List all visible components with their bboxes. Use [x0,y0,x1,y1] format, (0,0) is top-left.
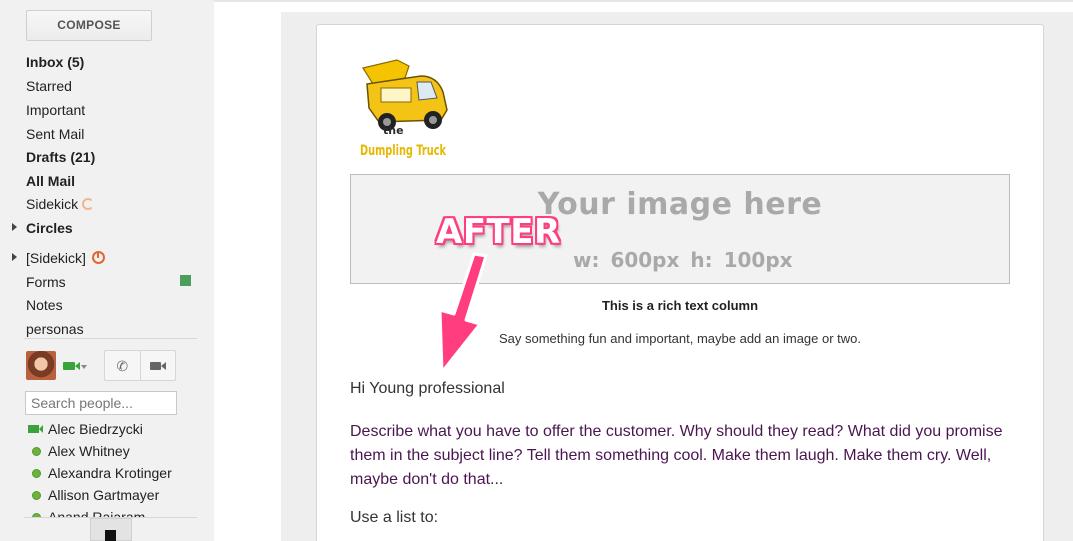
phone-icon: ✆ [116,357,129,374]
video-status-icon[interactable] [63,362,75,370]
sidekick-folder-label: [Sidekick] [26,250,86,266]
nav-all-mail[interactable]: All Mail [26,172,75,190]
top-toolbar-edge [214,0,1073,2]
nav-sent-mail[interactable]: Sent Mail [26,125,84,143]
nav-drafts[interactable]: Drafts (21) [26,148,95,166]
sidebar-divider [24,338,197,339]
call-buttons: ✆ [104,350,176,381]
video-call-button[interactable] [139,351,176,380]
camera-icon [150,361,167,370]
sidekick-swirl-icon [82,198,95,210]
online-status-icon [32,491,41,500]
nav-forms[interactable]: Forms [26,273,66,291]
expand-sidekick-label-icon[interactable] [12,253,17,261]
nav-personas[interactable]: personas [26,320,84,338]
truck-hubcap [429,116,437,124]
contact-item[interactable]: Alex Whitney [48,443,130,459]
logo-text-name: Dumpling Truck [360,143,446,158]
logo-text-the: the [383,124,404,137]
annotation-arrow-icon [438,252,488,374]
clock-icon [91,251,105,264]
video-available-icon [28,425,43,433]
after-annotation-label: AFTER [436,212,561,252]
nav-notes[interactable]: Notes [26,296,63,314]
email-body-text[interactable]: Describe what you have to offer the cust… [350,420,1020,492]
list-intro-text[interactable]: Use a list to: [350,509,438,527]
expand-circles-icon[interactable] [12,223,17,231]
online-status-icon [32,447,41,456]
phone-call-button[interactable]: ✆ [105,351,140,380]
nav-important[interactable]: Important [26,101,85,119]
chevron-down-icon[interactable] [81,365,87,369]
compose-button[interactable]: COMPOSE [26,10,152,41]
nav-starred[interactable]: Starred [26,77,72,95]
contact-item[interactable]: Allison Gartmayer [48,487,159,503]
forms-label-color-icon [180,275,191,286]
contact-item[interactable]: Alec Biedrzycki [48,421,143,437]
online-status-icon [32,469,41,478]
contact-item[interactable]: Alexandra Krotinger [48,465,172,481]
image-placeholder-dims: w: 600px h: 100px [573,248,793,272]
nav-sidekick-label: Sidekick [26,196,79,212]
nav-circles[interactable]: Circles [26,219,73,237]
search-people-input[interactable] [25,391,177,415]
arrow-shape [438,252,488,374]
email-greeting[interactable]: Hi Young professional [350,380,505,398]
chat-toggle-button[interactable] [90,518,132,541]
truck-side-panel [380,87,412,103]
dumpling-truck-logo: the Dumpling Truck [360,59,448,158]
nav-sidekick-label-folder[interactable]: [Sidekick] [26,249,105,267]
nav-sidekick[interactable]: Sidekick [26,195,95,213]
nav-inbox[interactable]: Inbox (5) [26,53,84,71]
avatar[interactable] [26,351,56,380]
